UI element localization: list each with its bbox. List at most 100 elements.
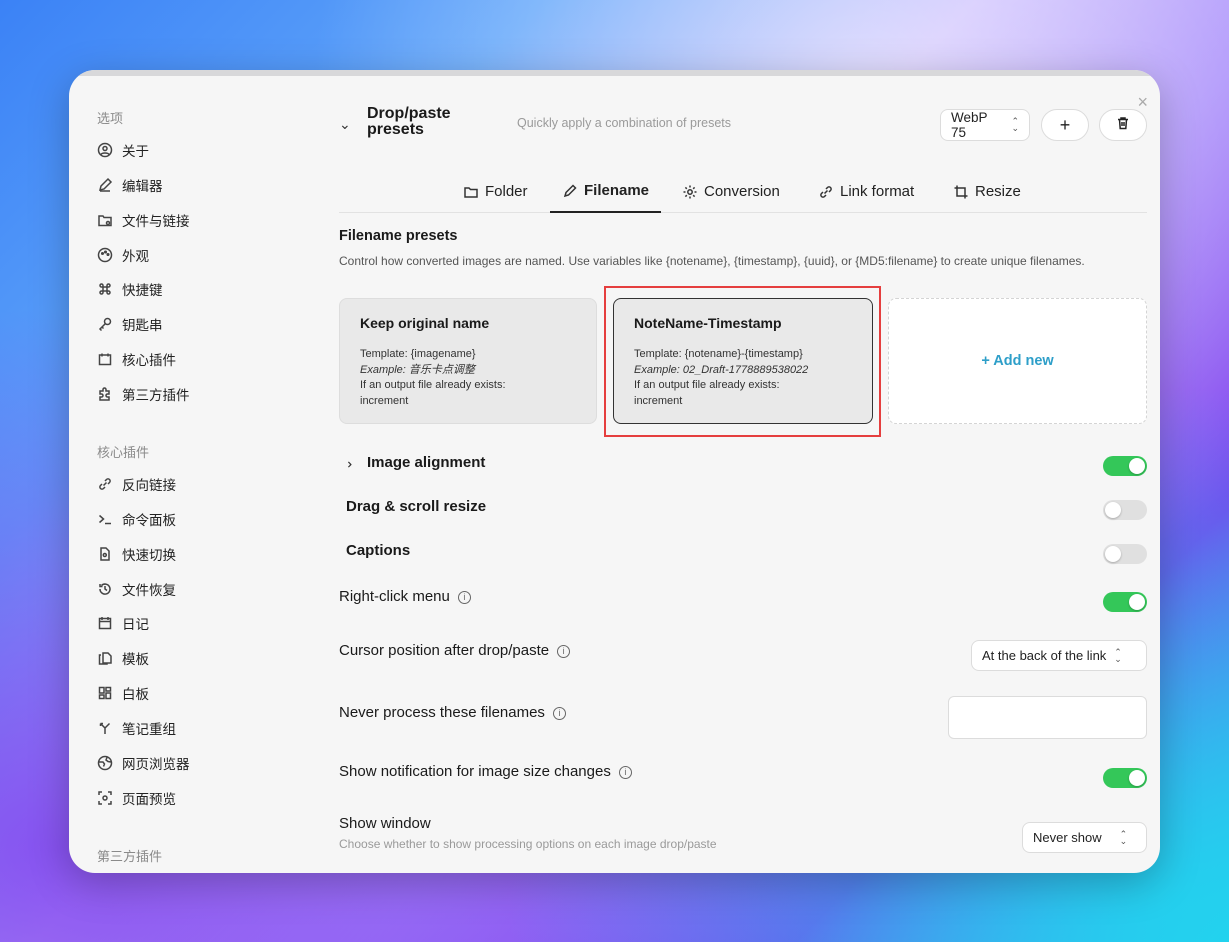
sidebar-item-label: 页面预览 bbox=[122, 792, 176, 807]
info-icon[interactable]: i bbox=[557, 644, 571, 658]
globe-icon bbox=[96, 754, 114, 772]
tab-filename[interactable]: Filename bbox=[550, 170, 662, 213]
sidebar-item-canvas[interactable]: 白板 bbox=[96, 681, 149, 705]
sidebar-item-appearance[interactable]: 外观 bbox=[96, 243, 149, 267]
right-click-text: Right-click menu bbox=[339, 588, 450, 605]
sidebar-item-quick-switcher[interactable]: 快速切换 bbox=[96, 542, 176, 566]
sidebar-item-label: 模板 bbox=[122, 652, 149, 667]
presets-description: Quickly apply a combination of presets bbox=[517, 116, 731, 130]
never-process-label: Never process these filenames i bbox=[339, 704, 566, 721]
sidebar: 选项 关于 编辑器 文件与链接 外观 快捷键 钥匙串 核心插件 第三方插件 核心… bbox=[69, 76, 319, 873]
gear-icon bbox=[683, 185, 697, 198]
tab-link-format[interactable]: Link format bbox=[818, 170, 914, 213]
scan-eye-icon bbox=[96, 789, 114, 807]
info-icon[interactable]: i bbox=[552, 706, 566, 720]
sidebar-item-core-plugins[interactable]: 核心插件 bbox=[96, 347, 176, 371]
sidebar-section-core-plugins: 核心插件 bbox=[97, 445, 150, 460]
sidebar-item-daily-notes[interactable]: 日记 bbox=[96, 611, 149, 635]
sidebar-item-hotkeys[interactable]: 快捷键 bbox=[96, 277, 163, 301]
sidebar-item-label: 第三方插件 bbox=[122, 388, 190, 403]
files-icon bbox=[96, 649, 114, 667]
tab-label: Filename bbox=[584, 182, 650, 199]
sidebar-item-label: 命令面板 bbox=[122, 513, 176, 528]
chevron-down-icon[interactable]: ⌄ bbox=[339, 116, 351, 133]
card-title: Keep original name bbox=[360, 315, 490, 331]
file-search-icon bbox=[96, 545, 114, 563]
tab-label: Folder bbox=[485, 183, 528, 200]
show-window-value: Never show bbox=[1033, 830, 1102, 845]
backlink-icon bbox=[96, 475, 114, 493]
show-notification-toggle[interactable] bbox=[1103, 768, 1147, 788]
sidebar-item-editor[interactable]: 编辑器 bbox=[96, 173, 163, 197]
right-click-toggle[interactable] bbox=[1103, 592, 1147, 612]
cursor-position-text: Cursor position after drop/paste bbox=[339, 642, 550, 659]
sidebar-item-keychain[interactable]: 钥匙串 bbox=[96, 312, 163, 336]
sidebar-item-about[interactable]: 关于 bbox=[96, 138, 149, 162]
tab-label: Link format bbox=[840, 183, 915, 200]
show-window-select[interactable]: Never show ⌃ ⌄ bbox=[1022, 822, 1147, 853]
sidebar-section-options: 选项 bbox=[97, 111, 124, 126]
card-example: Example: 音乐卡点调整 bbox=[360, 363, 475, 376]
sidebar-item-files-links[interactable]: 文件与链接 bbox=[96, 208, 190, 232]
delete-preset-button[interactable] bbox=[1099, 109, 1147, 141]
tab-conversion[interactable]: Conversion bbox=[682, 170, 780, 213]
filename-presets-description: Control how converted images are named. … bbox=[339, 254, 1085, 268]
sidebar-item-templates[interactable]: 模板 bbox=[96, 646, 149, 670]
sidebar-item-web-viewer[interactable]: 网页浏览器 bbox=[96, 751, 190, 775]
sidebar-item-command-palette[interactable]: 命令面板 bbox=[96, 507, 176, 531]
layout-dashboard-icon bbox=[96, 684, 114, 702]
sidebar-item-label: 快速切换 bbox=[122, 548, 176, 563]
user-circle-icon bbox=[96, 141, 114, 159]
close-icon[interactable]: × bbox=[1137, 92, 1148, 113]
sidebar-item-community-plugins[interactable]: 第三方插件 bbox=[96, 382, 190, 406]
drag-scroll-toggle[interactable] bbox=[1103, 500, 1147, 520]
sidebar-item-label: 外观 bbox=[122, 249, 149, 264]
add-new-preset-button[interactable]: + Add new bbox=[888, 298, 1147, 424]
preset-card-keep-original[interactable]: Keep original name Template: {imagename}… bbox=[339, 298, 597, 424]
info-icon[interactable]: i bbox=[618, 765, 632, 779]
link-icon bbox=[820, 185, 832, 198]
sidebar-item-label: 编辑器 bbox=[122, 179, 163, 194]
sidebar-item-label: 白板 bbox=[122, 687, 149, 702]
show-notification-text: Show notification for image size changes bbox=[339, 763, 611, 780]
folder-link-icon bbox=[96, 211, 114, 229]
sidebar-item-backlinks[interactable]: 反向链接 bbox=[96, 472, 176, 496]
info-icon[interactable]: i bbox=[457, 590, 471, 604]
cursor-position-value: At the back of the link bbox=[982, 648, 1107, 663]
select-arrows-icon: ⌃ ⌄ bbox=[1119, 828, 1128, 846]
sidebar-item-file-recovery[interactable]: 文件恢复 bbox=[96, 577, 176, 601]
tab-folder[interactable]: Folder bbox=[463, 170, 528, 213]
sidebar-item-page-preview[interactable]: 页面预览 bbox=[96, 786, 176, 810]
card-template: Template: {imagename} bbox=[360, 348, 476, 360]
never-process-text: Never process these filenames bbox=[339, 704, 545, 721]
image-alignment-toggle[interactable] bbox=[1103, 456, 1147, 476]
selection-highlight bbox=[604, 286, 881, 437]
tab-bar: Folder Filename Conversion Link format R… bbox=[339, 170, 1147, 213]
preset-select-value: WebP 75 bbox=[951, 110, 988, 140]
cursor-position-select[interactable]: At the back of the link ⌃ ⌄ bbox=[971, 640, 1147, 671]
never-process-textarea[interactable] bbox=[948, 696, 1147, 739]
captions-toggle[interactable] bbox=[1103, 544, 1147, 564]
presets-title: Drop/paste presets bbox=[367, 105, 451, 138]
tab-resize[interactable]: Resize bbox=[953, 170, 1021, 213]
sidebar-item-label: 反向链接 bbox=[122, 478, 176, 493]
add-preset-button[interactable]: + bbox=[1041, 109, 1089, 141]
sidebar-item-note-composer[interactable]: 笔记重组 bbox=[96, 716, 176, 740]
crop-icon bbox=[954, 185, 968, 198]
sidebar-item-label: 日记 bbox=[122, 617, 149, 632]
sidebar-item-label: 核心插件 bbox=[122, 353, 176, 368]
right-click-label: Right-click menu i bbox=[339, 588, 471, 605]
main-panel: × ⌄ Drop/paste presets Quickly apply a c… bbox=[338, 70, 1160, 873]
palette-icon bbox=[96, 246, 114, 264]
preset-select[interactable]: WebP 75 ⌃ ⌄ bbox=[940, 109, 1030, 141]
chevron-right-icon[interactable]: ⌄ bbox=[338, 459, 355, 471]
pencil-icon bbox=[563, 183, 577, 197]
drag-scroll-label: Drag & scroll resize bbox=[346, 498, 487, 515]
sidebar-item-label: 文件与链接 bbox=[122, 214, 190, 229]
history-icon bbox=[96, 580, 114, 598]
filename-presets-title: Filename presets bbox=[339, 228, 458, 244]
sidebar-item-label: 快捷键 bbox=[122, 283, 163, 298]
show-window-description: Choose whether to show processing option… bbox=[339, 837, 717, 851]
puzzle-icon bbox=[96, 385, 114, 403]
merge-icon bbox=[96, 719, 114, 737]
